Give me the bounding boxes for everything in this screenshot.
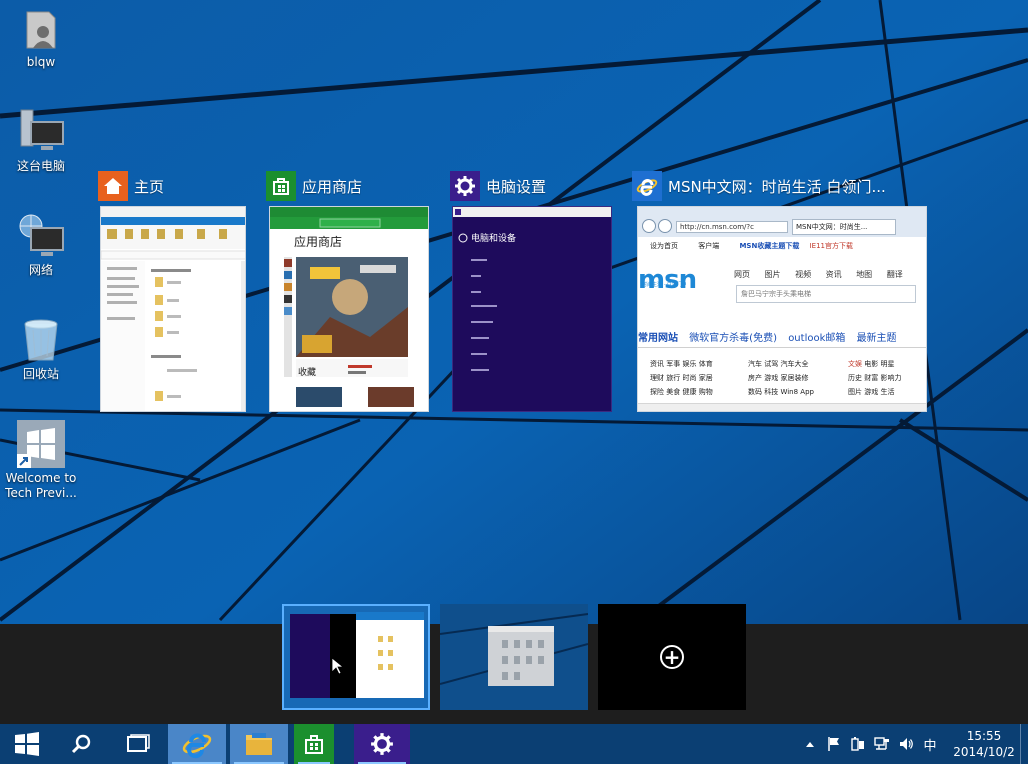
horizontal-scrollbar	[638, 403, 926, 411]
window-header: 电脑设置	[450, 170, 614, 202]
action-center-button[interactable]	[822, 724, 846, 764]
desktop-icon-network[interactable]: 网络	[2, 212, 80, 278]
taskbar-settings[interactable]	[354, 724, 410, 764]
forward-icon	[658, 219, 672, 233]
start-button[interactable]	[0, 724, 54, 764]
task-view-window-store[interactable]: 应用商店 应用商店 收藏	[266, 170, 432, 412]
window-thumbnail	[100, 206, 246, 412]
speaker-icon	[900, 738, 913, 750]
windows-logo-icon	[15, 732, 39, 756]
back-icon	[642, 219, 656, 233]
store-icon	[305, 735, 323, 754]
clock-time: 15:55	[966, 729, 1002, 743]
user-folder-icon	[26, 11, 56, 49]
msn-links-col-3: 文娱 电影 明星 历史 财富 影响力 图片 游戏 生活	[848, 360, 902, 396]
power-button[interactable]	[846, 724, 870, 764]
show-hidden-icons-button[interactable]	[798, 724, 822, 764]
taskbar-file-explorer[interactable]	[230, 724, 288, 764]
window-thumbnail: http://cn.msn.com/?c MSN中文网：时尚生... 设为首页 …	[637, 206, 927, 412]
flag-icon	[828, 737, 839, 751]
store-heading: 应用商店	[294, 235, 343, 249]
welcome-shortcut-icon	[17, 420, 65, 468]
network-status-icon	[874, 737, 889, 750]
network-button[interactable]	[870, 724, 894, 764]
task-view-window-settings[interactable]: 电脑设置 电脑和设备	[450, 170, 614, 412]
search-button[interactable]	[54, 724, 108, 764]
msn-sites-row: 常用网站 微软官方杀毒(免费) outlook邮箱 最新主题	[638, 333, 897, 344]
internet-explorer-icon	[182, 733, 212, 759]
browser-tab: MSN中文网：时尚生...	[792, 219, 896, 235]
msn-nav: 网页 图片 视频 资讯 地图 翻译	[734, 270, 903, 279]
msn-logo: msn	[638, 265, 697, 295]
msn-logo-tagline: 时尚生活 · 白领门户	[642, 282, 687, 288]
address-bar: http://cn.msn.com/?c	[676, 221, 788, 233]
settings-gear-icon	[371, 733, 393, 755]
window-thumbnail: 应用商店 收藏	[269, 206, 429, 412]
desktop-icon-blqw[interactable]: blqw	[2, 4, 80, 70]
task-view-icon	[127, 734, 150, 752]
virtual-desktop-1[interactable]	[282, 604, 430, 710]
search-icon	[71, 734, 91, 754]
store-icon	[266, 171, 296, 201]
virtual-desktop-2[interactable]	[440, 604, 588, 710]
this-pc-icon	[20, 109, 64, 150]
taskbar: 中 15:55 2014/10/2	[0, 724, 1028, 764]
network-icon	[19, 214, 64, 256]
volume-button[interactable]	[894, 724, 918, 764]
settings-gear-icon	[450, 171, 480, 201]
window-header: MSN中文网：时尚生活 白领门...	[632, 170, 928, 202]
desktop-icon-recycle-bin[interactable]: 回收站	[2, 316, 80, 382]
msn-links-col-2: 汽车 试驾 汽车大全 房产 游戏 家居装修 数码 科技 Win8 App	[748, 360, 814, 396]
msn-toolbar: 设为首页 客户端 MSN收藏主题下载 IE11官方下载	[650, 242, 853, 250]
window-thumbnail: 电脑和设备	[452, 206, 612, 412]
battery-plug-icon	[851, 737, 864, 751]
taskbar-internet-explorer[interactable]	[168, 724, 226, 764]
ie-chrome: http://cn.msn.com/?c MSN中文网：时尚生...	[638, 207, 926, 237]
clock-button[interactable]: 15:55 2014/10/2	[948, 728, 1020, 760]
settings-heading: 电脑和设备	[471, 234, 517, 244]
add-icon: +	[660, 645, 684, 669]
chevron-up-icon	[806, 742, 814, 747]
msn-links-col-1: 资讯 军事 娱乐 体育 理财 旅行 时尚 家居 探险 美食 健康 购物	[650, 360, 713, 396]
clock-date: 2014/10/2	[953, 745, 1015, 759]
task-view-button[interactable]	[108, 724, 168, 764]
task-view-window-ie-msn[interactable]: MSN中文网：时尚生活 白领门... http://cn.msn.com/?c …	[632, 170, 928, 412]
window-header: 应用商店	[266, 170, 432, 202]
store-tab-label: 收藏	[298, 368, 317, 378]
desktop-icon-this-pc[interactable]: 这台电脑	[2, 108, 80, 174]
system-tray: 中 15:55 2014/10/2	[798, 724, 1028, 764]
internet-explorer-icon	[632, 171, 662, 201]
input-method-button[interactable]: 中	[918, 724, 942, 764]
folder-icon	[246, 733, 272, 755]
taskbar-store[interactable]	[294, 724, 334, 764]
file-explorer-home-icon	[98, 171, 128, 201]
msn-search-input: 詹巴马宁宗手头乘电梯	[736, 285, 916, 303]
add-desktop-button[interactable]: +	[598, 604, 746, 710]
task-view-window-explorer[interactable]: 主页	[98, 170, 248, 412]
show-desktop-button[interactable]	[1020, 724, 1028, 764]
window-header: 主页	[98, 170, 248, 202]
recycle-bin-icon	[24, 319, 58, 361]
desktop-icon-welcome[interactable]: Welcome to Tech Previ...	[2, 420, 80, 501]
